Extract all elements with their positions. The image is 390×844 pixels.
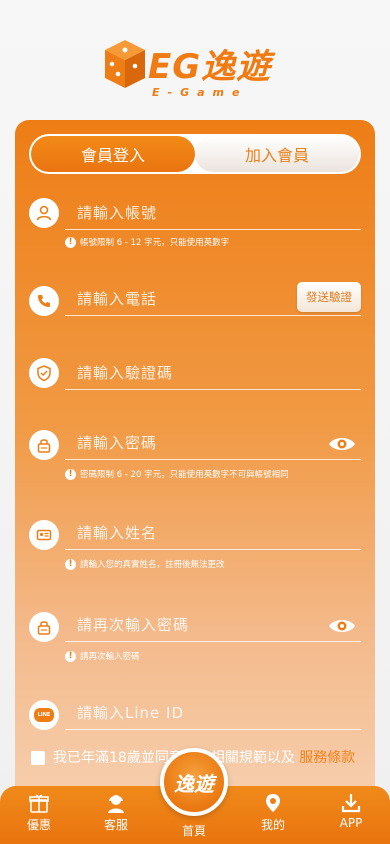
terms-link[interactable]: 服務條款 [299, 750, 355, 766]
home-logo: 逸遊 [174, 771, 214, 796]
headset-icon [108, 795, 124, 813]
password-hint: ! 密碼限制 6 - 20 字元，只能使用英數字不可與帳號相同 [65, 468, 289, 480]
nav-promo-label: 優惠 [26, 818, 51, 832]
password-field: ! 密碼限制 6 - 20 字元，只能使用英數字不可與帳號相同 [29, 426, 361, 482]
code-input[interactable] [65, 356, 361, 389]
alert-icon: ! [65, 650, 76, 662]
name-hint: ! 請輸入您的真實姓名，註冊後無法更改 [65, 558, 225, 570]
phone-field: 發送驗證 [29, 282, 361, 322]
name-input-wrap [65, 516, 361, 550]
user-icon [29, 198, 59, 228]
account-input-wrap [65, 196, 361, 230]
logo-subtext: E-Game [152, 86, 248, 99]
nav-mine[interactable]: 我的 [243, 792, 303, 842]
confirm-input-wrap [65, 608, 361, 642]
line-icon: LINE [29, 700, 59, 730]
account-input[interactable] [65, 196, 361, 229]
eye-icon[interactable] [327, 434, 357, 454]
account-hint-text: 帳號限制 6 - 12 字元，只能使用英數字 [80, 238, 230, 248]
line-badge: LINE [34, 708, 54, 722]
confirm-hint: ! 請再次輸入密碼 [65, 650, 140, 662]
id-card-icon [29, 520, 59, 550]
nav-service[interactable]: 客服 [86, 792, 146, 842]
name-hint-text: 請輸入您的真實姓名，註冊後無法更改 [80, 560, 225, 570]
nav-home-label: 首頁 [181, 824, 206, 838]
line-field: LINE [29, 696, 361, 736]
password-input-wrap [65, 426, 361, 460]
dice-icon [105, 40, 145, 88]
location-user-icon [266, 794, 280, 812]
line-input-wrap [65, 696, 361, 730]
auth-tabs: 會員登入 加入會員 [29, 134, 361, 174]
tab-login[interactable]: 會員登入 [31, 136, 195, 172]
register-panel: 會員登入 加入會員 ! 帳號限制 6 - 12 字元，只能使用英數字 發送驗證 [15, 120, 375, 800]
home-button[interactable]: 逸遊 [160, 748, 228, 816]
confirm-hint-text: 請再次輸入密碼 [80, 652, 140, 662]
alert-icon: ! [65, 558, 76, 570]
agree-checkbox[interactable] [31, 751, 45, 765]
alert-icon: ! [65, 236, 76, 248]
confirm-password-field: ! 請再次輸入密碼 [29, 608, 361, 664]
confirm-password-input[interactable] [65, 608, 361, 641]
gift-icon [29, 794, 49, 813]
password-hint-text: 密碼限制 6 - 20 字元，只能使用英數字不可與帳號相同 [80, 470, 289, 480]
password-input[interactable] [65, 426, 361, 459]
line-id-input[interactable] [65, 696, 361, 729]
phone-icon [29, 286, 59, 316]
account-hint: ! 帳號限制 6 - 12 字元，只能使用英數字 [65, 236, 229, 248]
send-code-button[interactable]: 發送驗證 [297, 282, 361, 312]
eye-icon[interactable] [327, 616, 357, 636]
nav-mine-label: 我的 [260, 818, 285, 832]
nav-app[interactable]: APP [321, 792, 381, 842]
download-icon [341, 794, 361, 813]
alert-icon: ! [65, 468, 76, 480]
nav-app-label: APP [339, 816, 363, 830]
name-input[interactable] [65, 516, 361, 549]
code-field [29, 356, 361, 396]
lock-icon [29, 612, 59, 642]
nav-service-label: 客服 [103, 818, 128, 832]
name-field: ! 請輸入您的真實姓名，註冊後無法更改 [29, 516, 361, 572]
tab-register[interactable]: 加入會員 [195, 136, 359, 172]
shield-icon [29, 358, 59, 388]
nav-promo[interactable]: 優惠 [9, 792, 69, 842]
code-input-wrap [65, 356, 361, 390]
brand-logo: EG逸遊 E-Game [100, 30, 290, 102]
account-field: ! 帳號限制 6 - 12 字元，只能使用英數字 [29, 196, 361, 252]
logo-text: EG逸遊 [148, 47, 272, 87]
lock-icon [29, 430, 59, 460]
